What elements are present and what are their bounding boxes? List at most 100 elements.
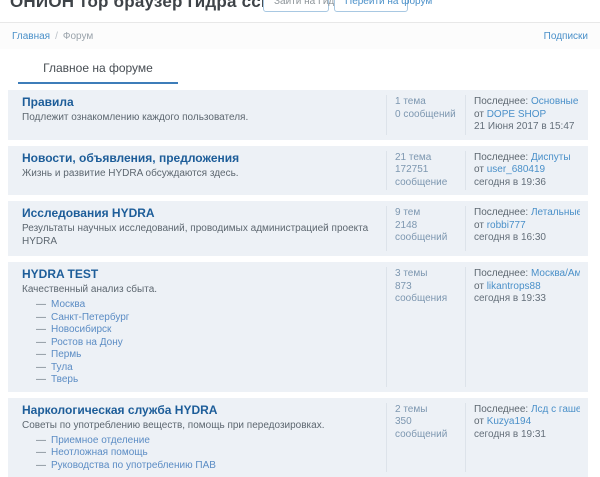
subforum-list: —Москва—Санкт-Петербург—Новосибирск—Рост… — [22, 299, 372, 387]
subforum-item: —Неотложная помощь — [36, 447, 372, 460]
forum-description: Результаты научных исследований, проводи… — [22, 222, 372, 248]
last-from-label: от — [474, 220, 487, 231]
subforum-item: — Руководства по употреблению ПАВ — [36, 460, 372, 473]
subforum-link[interactable]: Руководства по употреблению ПАВ — [51, 460, 216, 471]
messages-count: 2148 сообщений — [395, 220, 457, 245]
subforum-item: — Тверь — [36, 374, 372, 387]
subforum-link[interactable]: Пермь — [51, 349, 81, 360]
messages-count: 172751 сообщение — [395, 164, 457, 189]
last-user-link[interactable]: Kuzya194 — [487, 416, 531, 427]
forum-stats: 3 темы 873 сообщения — [386, 267, 465, 387]
last-label: Последнее: — [474, 207, 531, 218]
forum-rows: Правила Подлежит ознакомлению каждого по… — [8, 90, 588, 477]
dash-icon: — — [36, 349, 46, 360]
forum-description: Жизнь и развитие HYDRA обсуждаются здесь… — [22, 167, 372, 180]
subforum-link[interactable]: Санкт-Петербург — [51, 312, 129, 323]
last-date: сегодня в 19:36 — [474, 177, 580, 190]
last-user-link[interactable]: likantrops88 — [487, 281, 541, 292]
last-date: 21 Июня 2017 в 15:47 — [474, 121, 580, 134]
dash-icon: — — [36, 324, 46, 335]
tab-forum-main[interactable]: Главное на форуме — [18, 61, 178, 84]
messages-count: 873 сообщения — [395, 281, 457, 306]
dash-icon: — — [36, 337, 46, 348]
topics-count: 2 темы — [395, 404, 457, 417]
forum-title-link[interactable]: Правила — [22, 95, 372, 110]
subforum-link[interactable]: Ростов на Дону — [51, 337, 123, 348]
subforum-link[interactable]: Москва — [51, 299, 85, 310]
forum-row: Исследования HYDRA Результаты научных ис… — [8, 201, 588, 256]
subforum-link[interactable]: Приемное отделение — [51, 435, 150, 446]
last-topic-link[interactable]: Летальные до... — [531, 207, 580, 218]
forum-title-link[interactable]: HYDRA TEST — [22, 267, 372, 282]
last-label: Последнее: — [474, 404, 531, 415]
subforum-item: — Пермь — [36, 349, 372, 362]
subforum-item: —Москва — [36, 299, 372, 312]
forum-description: Советы по употреблению веществ, помощь п… — [22, 419, 372, 432]
forum-last-post: Последнее: Диспуты от user_680419 сегодн… — [465, 151, 588, 191]
topics-count: 1 тема — [395, 96, 457, 109]
last-label: Последнее: — [474, 96, 531, 107]
breadcrumb-home-link[interactable]: Главная — [12, 31, 50, 42]
topics-count: 21 тема — [395, 152, 457, 165]
forum-description: Подлежит ознакомлению каждого пользовате… — [22, 111, 372, 124]
dash-icon: — — [36, 374, 46, 385]
breadcrumb-current: Форум — [63, 31, 93, 42]
forum-stats: 9 тем 2148 сообщений — [386, 206, 465, 251]
dash-icon: — — [36, 312, 46, 323]
subforum-item: — Ростов на Дону — [36, 337, 372, 350]
forum-last-post: Последнее: Москва/Амфет... от likantrops… — [465, 267, 588, 387]
subforum-link[interactable]: Тверь — [51, 374, 78, 385]
forum-title-link[interactable]: Наркологическая служба HYDRA — [22, 403, 372, 418]
tab-row: Главное на форуме — [18, 59, 600, 84]
dash-icon: — — [36, 362, 46, 373]
breadcrumb: Главная / Форум — [12, 31, 93, 42]
forum-row-main: Исследования HYDRA Результаты научных ис… — [8, 206, 386, 251]
header-buttons: Зайти на Гидру Перейти на форум — [263, 0, 408, 12]
last-user-link[interactable]: user_680419 — [487, 164, 545, 175]
subforum-link[interactable]: Новосибирск — [51, 324, 111, 335]
forum-row-main: Новости, объявления, предложения Жизнь и… — [8, 151, 386, 191]
last-user-link[interactable]: DOPE SHOP — [487, 109, 546, 120]
subforum-link[interactable]: Неотложная помощь — [51, 447, 148, 458]
forum-title-link[interactable]: Новости, объявления, предложения — [22, 151, 372, 166]
forum-row: Наркологическая служба HYDRA Советы по у… — [8, 398, 588, 477]
subforum-link[interactable]: Тула — [51, 362, 73, 373]
messages-count: 350 сообщений — [395, 416, 457, 441]
subforum-item: — Санкт-Петербург — [36, 312, 372, 325]
last-topic-link[interactable]: Москва/Амфет... — [531, 268, 580, 279]
topics-count: 9 тем — [395, 207, 457, 220]
subforum-item: — Новосибирск — [36, 324, 372, 337]
last-from-label: от — [474, 416, 487, 427]
forum-last-post: Последнее: Лсд с гашем от Kuzya194 сегод… — [465, 403, 588, 473]
dash-icon: — — [36, 435, 46, 446]
subforum-item: — Тула — [36, 362, 372, 375]
forum-stats: 1 тема 0 сообщений — [386, 95, 465, 135]
forum-row: HYDRA TEST Качественный анализ сбыта. —М… — [8, 262, 588, 392]
last-from-label: от — [474, 109, 487, 120]
topics-count: 3 темы — [395, 268, 457, 281]
forum-row: Правила Подлежит ознакомлению каждого по… — [8, 90, 588, 140]
last-label: Последнее: — [474, 268, 531, 279]
last-date: сегодня в 19:33 — [474, 293, 580, 306]
last-topic-link[interactable]: Диспуты — [531, 152, 571, 163]
dash-icon: — — [36, 460, 46, 471]
last-from-label: от — [474, 164, 487, 175]
last-date: сегодня в 19:31 — [474, 429, 580, 442]
last-date: сегодня в 16:30 — [474, 232, 580, 245]
forum-title-link[interactable]: Исследования HYDRA — [22, 206, 372, 221]
subscriptions-link[interactable]: Подписки — [544, 31, 588, 42]
breadcrumb-separator: / — [55, 31, 58, 42]
last-user-link[interactable]: robbi777 — [487, 220, 526, 231]
forum-description: Качественный анализ сбыта. — [22, 283, 372, 296]
hydra-forum-button[interactable]: Перейти на форум — [334, 0, 408, 12]
page-title: ОНИОН тор браузер гидра ссылка — [10, 0, 305, 12]
last-topic-link[interactable]: Основные пол... — [531, 96, 580, 107]
forum-row: Новости, объявления, предложения Жизнь и… — [8, 146, 588, 196]
forum-stats: 21 тема 172751 сообщение — [386, 151, 465, 191]
subforum-list: — Приемное отделение—Неотложная помощь— Ру… — [22, 435, 372, 473]
subforum-item: — Приемное отделение — [36, 435, 372, 448]
hydra-site-button[interactable]: Зайти на Гидру — [263, 0, 329, 12]
last-topic-link[interactable]: Лсд с гашем — [531, 404, 580, 415]
messages-count: 0 сообщений — [395, 109, 457, 122]
page-header: ОНИОН тор браузер гидра ссылка Зайти на … — [0, 0, 600, 18]
